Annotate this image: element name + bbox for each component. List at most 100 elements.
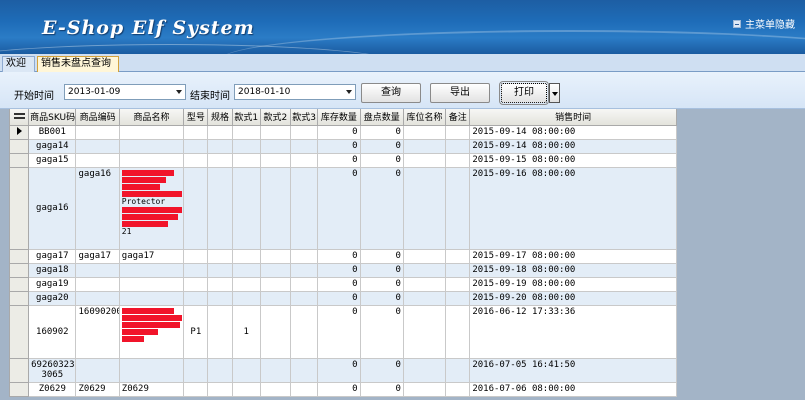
cell-style1[interactable] <box>231 124 261 140</box>
start-date-dropdown-icon[interactable] <box>176 90 182 94</box>
print-options-dropdown[interactable] <box>549 83 560 103</box>
table-row[interactable]: gaga19 0 0 2015-09-19 08:00:00 <box>8 276 677 292</box>
cell-style2[interactable] <box>259 290 292 306</box>
cell-spec[interactable] <box>207 381 233 397</box>
cell-code[interactable] <box>75 357 120 383</box>
table-row[interactable]: BB001 0 0 2015-09-14 08:00:00 <box>8 124 677 140</box>
hide-main-menu-button[interactable]: 主菜单隐藏 <box>733 16 795 31</box>
cell-count-qty[interactable]: 0 <box>359 290 404 306</box>
cell-style2[interactable] <box>259 304 292 359</box>
cell-sale-time[interactable]: 2015-09-14 08:00:00 <box>469 124 677 140</box>
cell-style1[interactable] <box>231 262 261 278</box>
cell-style3[interactable] <box>290 290 319 306</box>
cell-remark[interactable] <box>445 124 471 140</box>
col-sale-time[interactable]: 销售时间 <box>469 109 677 126</box>
end-date-picker[interactable]: 2018-01-10 <box>234 84 356 100</box>
cell-name[interactable] <box>118 138 185 154</box>
cell-style3[interactable] <box>290 262 319 278</box>
cell-remark[interactable] <box>445 152 471 168</box>
row-header[interactable] <box>8 381 30 397</box>
cell-spec[interactable] <box>207 357 233 383</box>
cell-code[interactable] <box>75 152 120 168</box>
row-header-current[interactable] <box>8 124 30 140</box>
cell-sale-time[interactable]: 2016-07-06 08:00:00 <box>469 381 677 397</box>
cell-code[interactable] <box>75 138 120 154</box>
cell-sale-time[interactable]: 2015-09-16 08:00:00 <box>469 166 677 250</box>
cell-count-qty[interactable]: 0 <box>359 124 404 140</box>
start-date-picker[interactable]: 2013-01-09 <box>64 84 186 100</box>
cell-stock-qty[interactable]: 0 <box>317 124 361 140</box>
cell-code[interactable] <box>75 124 120 140</box>
col-count-qty[interactable]: 盘点数量 <box>359 109 404 126</box>
cell-count-qty[interactable]: 0 <box>359 304 404 359</box>
col-style2[interactable]: 款式2 <box>259 109 292 126</box>
cell-model[interactable] <box>183 381 209 397</box>
cell-style3[interactable] <box>290 304 319 359</box>
cell-remark[interactable] <box>445 276 471 292</box>
cell-name[interactable] <box>118 124 185 140</box>
cell-location[interactable] <box>402 166 447 250</box>
cell-sale-time[interactable]: 2015-09-15 08:00:00 <box>469 152 677 168</box>
cell-style2[interactable] <box>259 124 292 140</box>
cell-sale-time[interactable]: 2015-09-20 08:00:00 <box>469 290 677 306</box>
cell-spec[interactable] <box>207 248 233 264</box>
cell-sku[interactable]: gaga14 <box>28 138 77 154</box>
cell-code[interactable]: gaga16 <box>75 166 120 250</box>
cell-location[interactable] <box>402 262 447 278</box>
cell-name[interactable]: Z0629 <box>118 381 185 397</box>
row-header[interactable] <box>8 248 30 264</box>
cell-count-qty[interactable]: 0 <box>359 262 404 278</box>
cell-name[interactable] <box>118 152 185 168</box>
cell-stock-qty[interactable]: 0 <box>317 152 361 168</box>
cell-code[interactable]: gaga17 <box>75 248 120 264</box>
cell-code[interactable] <box>75 262 120 278</box>
cell-sku[interactable]: gaga15 <box>28 152 77 168</box>
cell-style3[interactable] <box>290 138 319 154</box>
col-spec[interactable]: 规格 <box>207 109 233 126</box>
cell-sale-time[interactable]: 2015-09-14 08:00:00 <box>469 138 677 154</box>
col-code[interactable]: 商品编码 <box>75 109 120 126</box>
table-row[interactable]: Z0629 Z0629 Z0629 0 0 2016-07-06 08:00:0… <box>8 381 677 397</box>
cell-style1[interactable] <box>231 248 261 264</box>
cell-sku[interactable]: 160902 <box>28 304 77 359</box>
row-header[interactable] <box>8 276 30 292</box>
cell-remark[interactable] <box>445 262 471 278</box>
cell-code[interactable] <box>75 276 120 292</box>
cell-style2[interactable] <box>259 357 292 383</box>
cell-sku[interactable]: 692603235 3065 <box>28 357 77 383</box>
cell-sku[interactable]: BB001 <box>28 124 77 140</box>
col-remark[interactable]: 备注 <box>445 109 471 126</box>
cell-model[interactable] <box>183 152 209 168</box>
cell-style3[interactable] <box>290 357 319 383</box>
col-style3[interactable]: 款式3 <box>290 109 319 126</box>
tab-unchecked-sales-query[interactable]: 销售未盘点查询 <box>37 56 119 72</box>
cell-spec[interactable] <box>207 152 233 168</box>
cell-stock-qty[interactable]: 0 <box>317 262 361 278</box>
table-row[interactable]: gaga14 0 0 2015-09-14 08:00:00 <box>8 138 677 154</box>
cell-sale-time[interactable]: 2015-09-17 08:00:00 <box>469 248 677 264</box>
table-row[interactable]: gaga17 gaga17 gaga17 0 0 2015-09-17 08:0… <box>8 248 677 264</box>
cell-model[interactable]: P1 <box>183 304 209 359</box>
cell-style1[interactable] <box>231 166 261 250</box>
cell-name[interactable] <box>118 262 185 278</box>
row-header[interactable] <box>8 138 30 154</box>
cell-remark[interactable] <box>445 248 471 264</box>
cell-spec[interactable] <box>207 276 233 292</box>
cell-count-qty[interactable]: 0 <box>359 138 404 154</box>
cell-count-qty[interactable]: 0 <box>359 276 404 292</box>
cell-style3[interactable] <box>290 381 319 397</box>
cell-spec[interactable] <box>207 290 233 306</box>
cell-name[interactable] <box>118 357 185 383</box>
cell-style3[interactable] <box>290 124 319 140</box>
cell-style3[interactable] <box>290 152 319 168</box>
cell-spec[interactable] <box>207 166 233 250</box>
cell-model[interactable] <box>183 357 209 383</box>
cell-stock-qty[interactable]: 0 <box>317 248 361 264</box>
cell-style2[interactable] <box>259 276 292 292</box>
cell-location[interactable] <box>402 357 447 383</box>
cell-remark[interactable] <box>445 166 471 250</box>
cell-count-qty[interactable]: 0 <box>359 357 404 383</box>
cell-sku[interactable]: gaga16 <box>28 166 77 250</box>
export-button[interactable]: 导出 <box>430 83 490 103</box>
cell-style2[interactable] <box>259 262 292 278</box>
